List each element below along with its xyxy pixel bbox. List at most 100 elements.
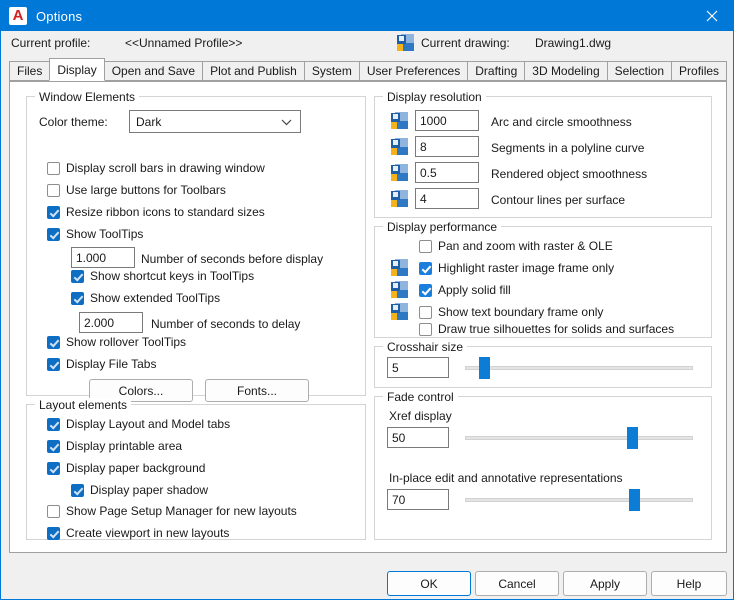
tab-3d-modeling[interactable]: 3D Modeling (524, 61, 608, 81)
drawing-file-icon (391, 259, 408, 276)
seconds-before-display-label: Number of seconds before display (141, 252, 324, 266)
color-theme-combo[interactable]: Dark (129, 110, 301, 133)
arc-circle-smoothness-label: Arc and circle smoothness (491, 115, 632, 129)
inplace-edit-slider[interactable] (465, 489, 693, 511)
apply-button[interactable]: Apply (563, 571, 647, 596)
tab-display[interactable]: Display (49, 58, 105, 81)
checkbox-pan-zoom-raster-ole[interactable]: Pan and zoom with raster & OLE (419, 239, 613, 253)
checkbox-box (419, 239, 432, 253)
xref-display-input[interactable] (387, 427, 449, 448)
window-elements-legend: Window Elements (35, 90, 140, 104)
ok-button[interactable]: OK (387, 571, 471, 596)
fade-control-group: Fade control Xref display In-place edit … (374, 390, 712, 540)
drawing-file-icon (391, 281, 408, 298)
checkbox-label: Display printable area (66, 439, 183, 453)
display-performance-legend: Display performance (383, 220, 502, 234)
checkbox-box (47, 227, 60, 241)
checkbox-box (419, 283, 432, 297)
fonts-button[interactable]: Fonts... (205, 379, 309, 402)
crosshair-size-slider[interactable] (465, 357, 693, 379)
checkbox-display-layout-model-tabs[interactable]: Display Layout and Model tabs (47, 417, 230, 431)
tab-open-and-save[interactable]: Open and Save (103, 61, 204, 81)
rendered-object-smoothness-input[interactable] (415, 162, 479, 183)
checkbox-show-extended-tooltips[interactable]: Show extended ToolTips (71, 291, 220, 305)
checkbox-display-paper-background[interactable]: Display paper background (47, 461, 205, 475)
checkbox-show-text-boundary-frame[interactable]: Show text boundary frame only (419, 305, 603, 319)
drawing-file-icon (391, 303, 408, 320)
checkbox-label: Display File Tabs (66, 357, 157, 371)
title-bar: Options (1, 1, 733, 31)
checkbox-label: Show ToolTips (66, 227, 144, 241)
display-performance-group: Display performance Pan and zoom with ra… (374, 220, 712, 338)
seconds-to-delay-label: Number of seconds to delay (151, 317, 301, 331)
checkbox-box (419, 322, 432, 336)
checkbox-box (47, 439, 60, 453)
checkbox-draw-true-silhouettes[interactable]: Draw true silhouettes for solids and sur… (419, 322, 674, 336)
checkbox-create-viewport-new-layouts[interactable]: Create viewport in new layouts (47, 526, 229, 540)
slider-thumb[interactable] (629, 489, 641, 511)
tab-selection[interactable]: Selection (606, 61, 673, 81)
drawing-file-icon (391, 112, 408, 129)
seconds-before-display-input[interactable] (71, 247, 135, 268)
tab-profiles[interactable]: Profiles (671, 61, 728, 81)
rendered-object-smoothness-label: Rendered object smoothness (491, 167, 648, 181)
polyline-segments-input[interactable] (415, 136, 479, 157)
checkbox-display-paper-shadow[interactable]: Display paper shadow (71, 483, 208, 497)
tab-plot-and-publish[interactable]: Plot and Publish (202, 61, 305, 81)
help-button[interactable]: Help (651, 571, 727, 596)
window-title: Options (36, 8, 83, 24)
crosshair-size-input[interactable] (387, 357, 449, 378)
checkbox-box (47, 461, 60, 475)
slider-track (465, 498, 693, 502)
checkbox-display-scroll-bars[interactable]: Display scroll bars in drawing window (47, 161, 265, 175)
slider-thumb[interactable] (626, 427, 638, 449)
xref-display-label: Xref display (389, 409, 452, 423)
dialog-footer: OK Cancel Apply Help (1, 557, 733, 599)
checkbox-show-page-setup-manager[interactable]: Show Page Setup Manager for new layouts (47, 504, 297, 518)
checkbox-box (47, 526, 60, 540)
tab-files[interactable]: Files (9, 61, 51, 81)
checkbox-label: Display paper background (66, 461, 206, 475)
options-dialog: Options Current profile: <<Unnamed Profi… (0, 0, 734, 600)
tab-system[interactable]: System (303, 61, 360, 81)
crosshair-size-legend: Crosshair size (383, 340, 468, 354)
checkbox-show-shortcut-keys[interactable]: Show shortcut keys in ToolTips (71, 269, 254, 283)
polyline-segments-label: Segments in a polyline curve (491, 141, 645, 155)
checkbox-show-tooltips[interactable]: Show ToolTips (47, 227, 143, 241)
cancel-button[interactable]: Cancel (475, 571, 559, 596)
seconds-to-delay-input[interactable] (79, 312, 143, 333)
checkbox-label: Show extended ToolTips (90, 291, 221, 305)
checkbox-box (47, 205, 60, 219)
checkbox-highlight-raster-frame[interactable]: Highlight raster image frame only (419, 261, 614, 275)
drawing-file-icon (391, 138, 408, 155)
checkbox-box (47, 161, 60, 175)
arc-circle-smoothness-input[interactable] (415, 110, 479, 131)
current-profile-value: <<Unnamed Profile>> (125, 36, 243, 50)
checkbox-label: Use large buttons for Toolbars (66, 183, 226, 197)
drawing-file-icon (391, 190, 408, 207)
checkbox-display-file-tabs[interactable]: Display File Tabs (47, 357, 156, 371)
inplace-edit-label: In-place edit and annotative representat… (389, 471, 623, 485)
close-icon[interactable] (689, 1, 733, 31)
slider-track (465, 366, 693, 370)
xref-display-slider[interactable] (465, 427, 693, 449)
checkbox-label: Highlight raster image frame only (438, 261, 615, 275)
display-resolution-group: Display resolution Arc and circle smooth… (374, 90, 712, 218)
checkbox-label: Show text boundary frame only (438, 305, 604, 319)
checkbox-box (47, 335, 60, 349)
checkbox-display-printable-area[interactable]: Display printable area (47, 439, 182, 453)
checkbox-show-rollover-tooltips[interactable]: Show rollover ToolTips (47, 335, 186, 349)
slider-thumb[interactable] (478, 357, 490, 379)
header-bar: Current profile: <<Unnamed Profile>> Cur… (1, 31, 733, 57)
checkbox-use-large-buttons[interactable]: Use large buttons for Toolbars (47, 183, 226, 197)
fade-control-legend: Fade control (383, 390, 458, 404)
checkbox-box (47, 357, 60, 371)
inplace-edit-input[interactable] (387, 489, 449, 510)
drawing-file-icon (397, 34, 414, 51)
contour-lines-input[interactable] (415, 188, 479, 209)
checkbox-label: Draw true silhouettes for solids and sur… (438, 322, 675, 336)
checkbox-apply-solid-fill[interactable]: Apply solid fill (419, 283, 511, 297)
tab-drafting[interactable]: Drafting (467, 61, 526, 81)
checkbox-resize-ribbon-icons[interactable]: Resize ribbon icons to standard sizes (47, 205, 265, 219)
tab-user-preferences[interactable]: User Preferences (358, 61, 469, 81)
